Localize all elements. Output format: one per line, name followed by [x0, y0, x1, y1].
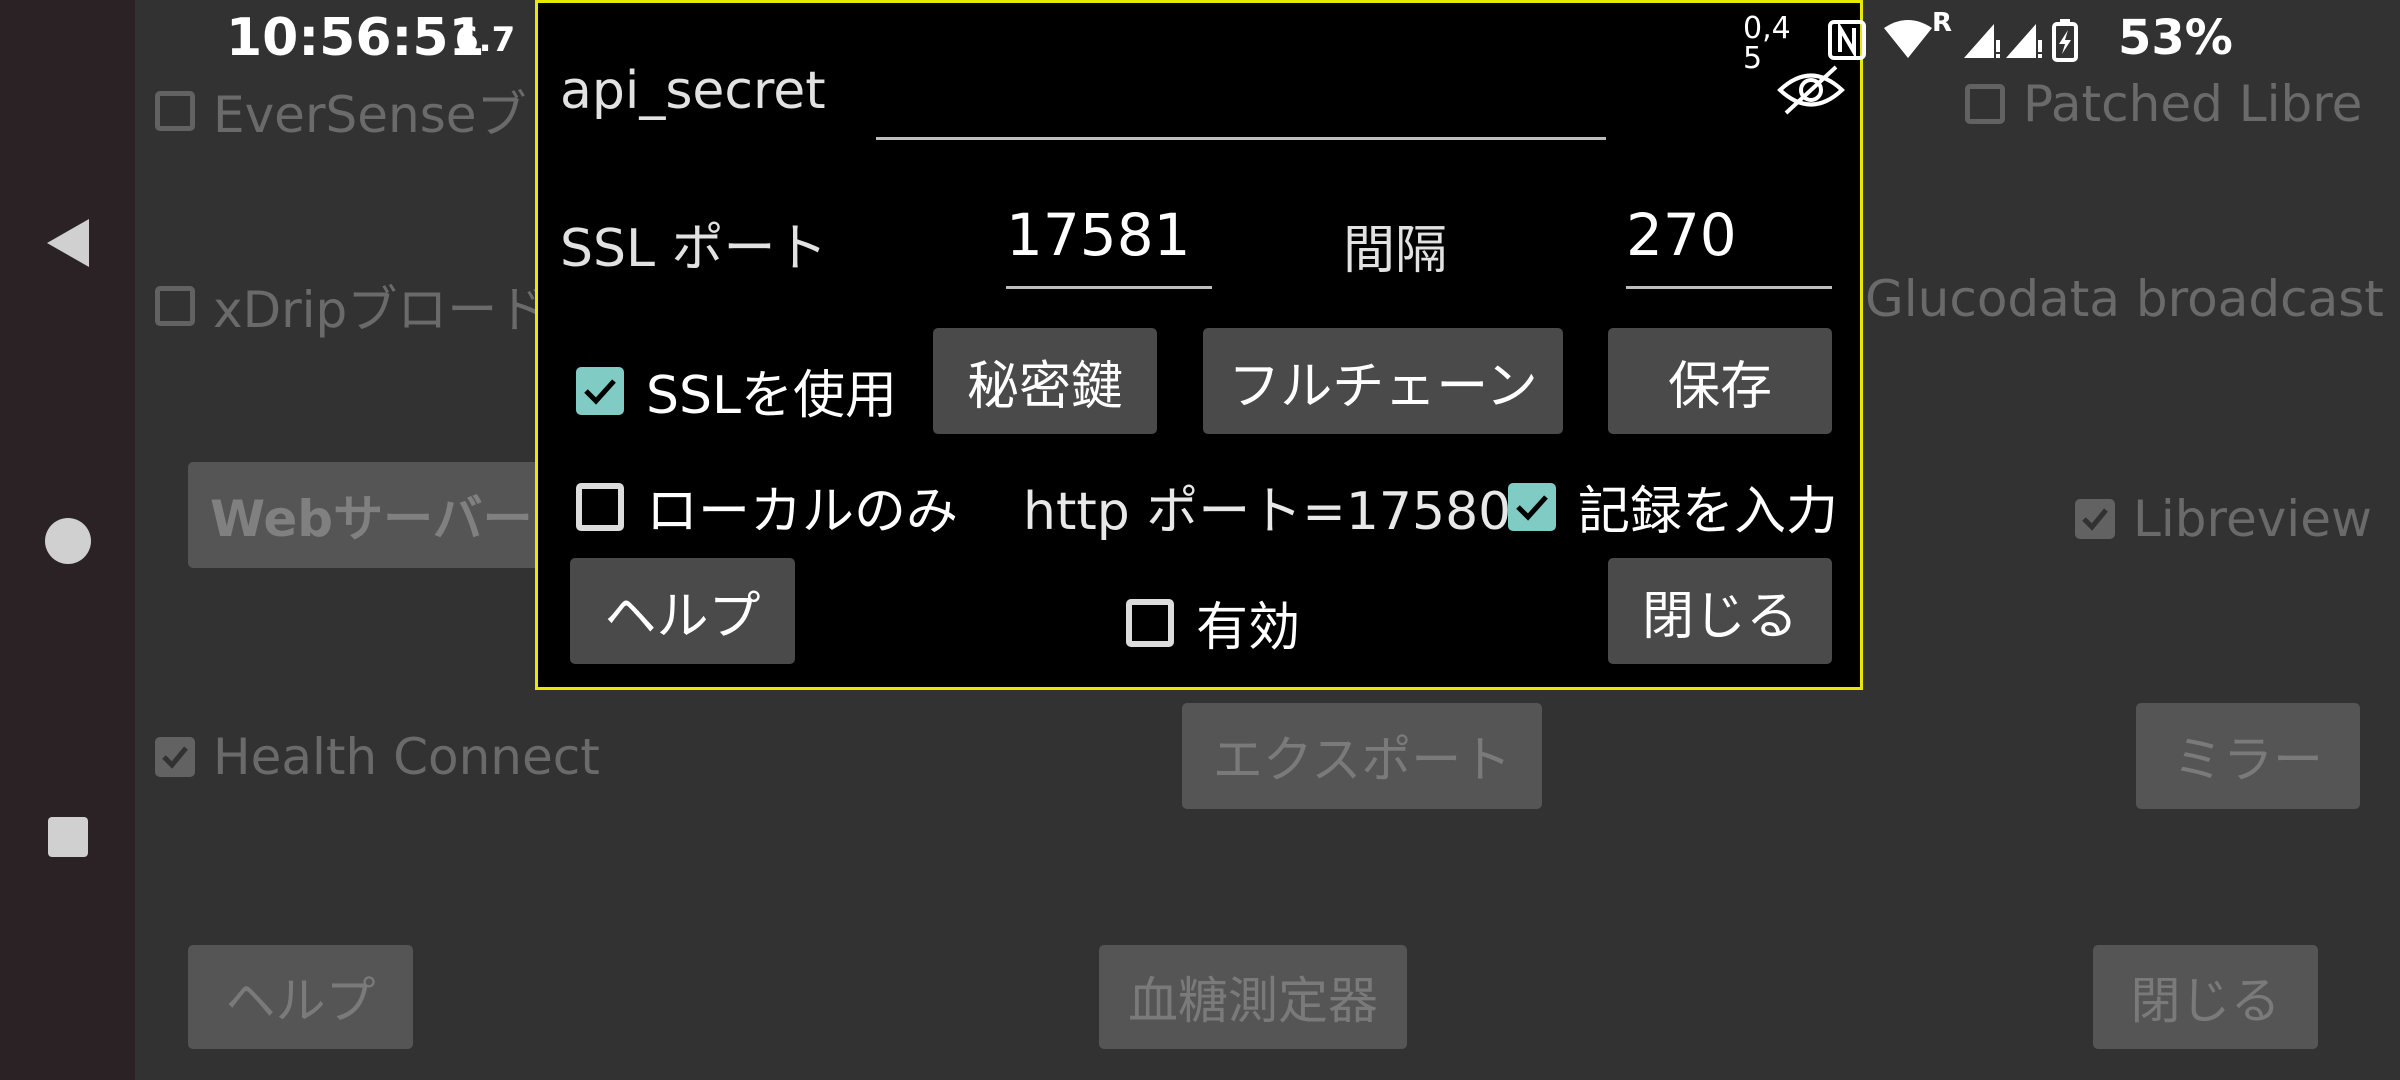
private-key-button[interactable]: 秘密鍵 — [933, 328, 1157, 434]
webserver-button[interactable]: Webサーバー — [188, 462, 548, 568]
system-icons — [1828, 19, 2078, 62]
glucodata-broadcast-label[interactable]: Glucodata broadcast — [1865, 270, 2384, 328]
eversense-checkbox[interactable]: EverSenseブ — [155, 75, 527, 147]
export-button[interactable]: エクスポート — [1182, 703, 1542, 809]
check-icon — [162, 746, 188, 769]
check-icon — [584, 378, 616, 405]
signal-2-icon — [2006, 24, 2042, 58]
net-speed: 0,4 5 — [1743, 14, 1791, 74]
net-speed-line1: 0,4 — [1743, 11, 1791, 46]
xdrip-checkbox[interactable]: xDripブロード — [155, 270, 547, 342]
checkbox-box — [155, 91, 195, 131]
checkbox-box — [155, 737, 195, 777]
signal-1-icon — [1964, 24, 2000, 58]
check-icon — [2082, 508, 2108, 531]
checkbox-box — [576, 482, 624, 531]
health-connect-label: Health Connect — [213, 728, 600, 786]
enabled-label: 有効 — [1196, 598, 1301, 658]
glucodata-label: Glucodata broadcast — [1865, 270, 2384, 328]
interval-input[interactable]: 270 — [1626, 201, 1737, 269]
back-button[interactable] — [35, 210, 101, 276]
input-records-label: 記録を入力 — [1578, 482, 1839, 542]
roaming-indicator: R — [1932, 8, 1953, 38]
checkbox-box — [576, 366, 624, 415]
libreview-checkbox[interactable]: Libreview — [2075, 490, 2372, 548]
recents-button[interactable] — [35, 804, 101, 870]
local-only-label: ローカルのみ — [646, 482, 959, 542]
patched-libre-checkbox[interactable]: Patched Libre — [1965, 75, 2362, 133]
input-records-checkbox[interactable]: 記録を入力 — [1508, 469, 1838, 544]
home-icon — [45, 518, 91, 564]
enabled-checkbox[interactable]: 有効 — [1126, 585, 1300, 660]
save-button[interactable]: 保存 — [1608, 328, 1832, 434]
ssl-port-input[interactable]: 17581 — [1006, 201, 1191, 269]
battery-charging-icon — [2052, 19, 2078, 62]
nightscout-server-dialog: api_secret SSL ポート 17581 間隔 270 SSLを使用 秘… — [535, 0, 1863, 690]
checkbox-box — [1508, 482, 1556, 531]
ssl-port-underline — [1006, 286, 1212, 289]
net-speed-line2: 5 — [1743, 41, 1763, 76]
nfc-icon — [1828, 20, 1866, 60]
close-button[interactable]: 閉じる — [1608, 558, 1832, 664]
navigation-bar — [0, 0, 135, 1080]
status-icons — [1828, 14, 2128, 70]
checkbox-box — [1965, 84, 2005, 124]
api-secret-label: api_secret — [560, 61, 826, 121]
speed-indicator: 6.7 — [455, 20, 516, 60]
checkbox-box — [1126, 598, 1174, 647]
eversense-label: EverSenseブ — [213, 86, 527, 144]
check-icon — [1516, 494, 1548, 521]
mirror-button[interactable]: ミラー — [2136, 703, 2360, 809]
local-only-checkbox[interactable]: ローカルのみ — [576, 469, 958, 544]
full-chain-button[interactable]: フルチェーン — [1203, 328, 1563, 434]
clock: 10:56:51 — [226, 8, 485, 68]
background-close-button[interactable]: 閉じる — [2093, 945, 2318, 1049]
interval-underline — [1626, 286, 1832, 289]
meter-button[interactable]: 血糖測定器 — [1099, 945, 1407, 1049]
background-help-button[interactable]: ヘルプ — [188, 945, 413, 1049]
checkbox-box — [2075, 499, 2115, 539]
patched-libre-label: Patched Libre — [2023, 75, 2363, 133]
battery-percent: 53% — [2118, 10, 2233, 66]
interval-label: 間隔 — [1343, 221, 1448, 281]
use-ssl-label: SSLを使用 — [646, 366, 897, 426]
recents-icon — [48, 817, 88, 857]
use-ssl-checkbox[interactable]: SSLを使用 — [576, 353, 897, 428]
api-secret-input[interactable] — [878, 59, 1578, 129]
libreview-label: Libreview — [2133, 490, 2372, 548]
health-connect-checkbox[interactable]: Health Connect — [155, 728, 600, 786]
checkbox-box — [155, 286, 195, 326]
home-button[interactable] — [35, 508, 101, 574]
xdrip-label: xDripブロード — [213, 281, 548, 339]
ssl-port-label: SSL ポート — [560, 219, 828, 279]
back-icon — [47, 219, 89, 267]
help-button[interactable]: ヘルプ — [570, 558, 795, 664]
wifi-icon — [1884, 20, 1932, 58]
api-secret-underline — [876, 137, 1606, 140]
http-port-text: http ポート=17580 — [1023, 482, 1512, 542]
